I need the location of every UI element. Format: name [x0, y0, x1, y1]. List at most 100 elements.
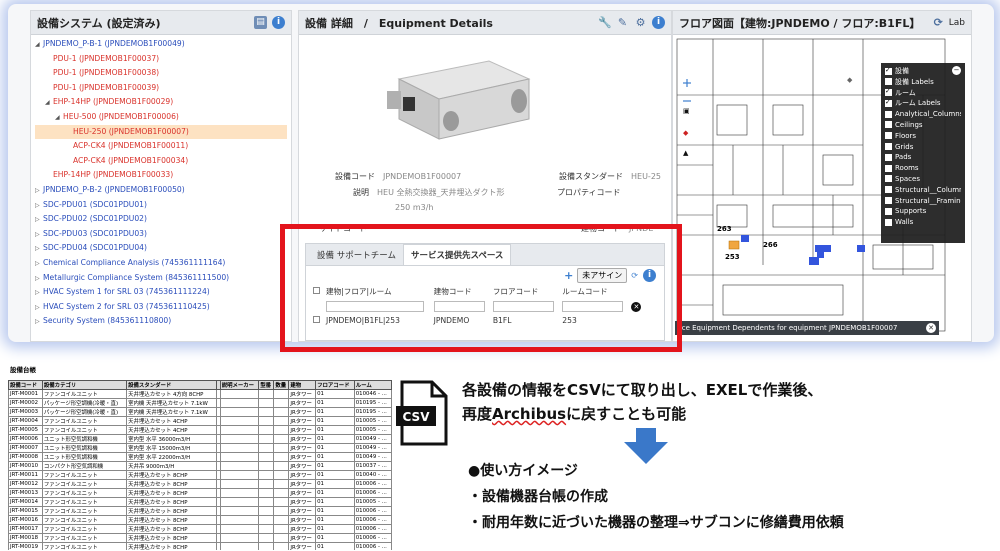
chevron-right-icon[interactable]: ▷ [35, 257, 43, 271]
layer-toggle[interactable]: Grids [885, 142, 961, 153]
layer-toggle[interactable]: 設備 Labels [885, 77, 961, 88]
detail-field: 設備スタンダード HEU-25 [559, 171, 661, 182]
chevron-down-icon[interactable]: ◢ [55, 111, 63, 125]
sheet-cell: 01 [315, 506, 355, 516]
layer-toggle[interactable]: Analytical_Columns [885, 109, 961, 120]
sheet-cell: 天井埋込カセット 8CHP [126, 506, 218, 516]
table-row: JRT-M0005 ファンコイルユニット 天井埋込カセット 4CHP JRタワー 01 0… [8, 425, 393, 435]
sheet-cell: JRT-M0012 [8, 479, 43, 489]
info-icon[interactable]: i [652, 16, 665, 29]
layer-toggle[interactable]: ルーム [885, 88, 961, 99]
refresh-icon[interactable]: ⟳ [932, 16, 945, 29]
info-icon[interactable]: i [272, 16, 285, 29]
chevron-right-icon[interactable]: ▷ [35, 184, 43, 198]
edit-icon[interactable]: ✎ [616, 16, 629, 29]
sheet-cell: JRタワー [288, 407, 317, 417]
layer-checkbox[interactable] [885, 78, 892, 86]
tree-item[interactable]: ACP-CK4 (JPNDEMOB1F00034) [35, 154, 287, 169]
layer-checkbox[interactable] [885, 164, 892, 172]
layer-checkbox[interactable] [885, 98, 892, 108]
sheet-column-header: 設備スタンダード [126, 380, 218, 390]
tree-item[interactable]: ▷ Chemical Compliance Analysis (745361111… [35, 256, 287, 271]
chevron-right-icon[interactable]: ▷ [35, 286, 43, 300]
room-label: ▣ [683, 107, 690, 115]
panel-title: 設備システム (設定済み) [37, 16, 161, 30]
layout-icon[interactable]: ▤ [254, 16, 267, 29]
chevron-right-icon[interactable]: ▷ [35, 213, 43, 227]
tree-item[interactable]: ▷ SDC-PDU04 (SDC01PDU04) [35, 241, 287, 256]
tree-item[interactable]: ACP-CK4 (JPNDEMOB1F00011) [35, 139, 287, 154]
labels-button[interactable]: Lab [949, 18, 965, 28]
tree-item[interactable]: EHP-14HP (JPNDEMOB1F00033) [35, 168, 287, 183]
equipment-system-panel: 設備システム (設定済み) ▤ i ◢ JPNDEMO_P-B-1 (JPNDEM… [30, 10, 292, 342]
sheet-cell [219, 542, 260, 550]
layer-toggle[interactable]: Spaces [885, 174, 961, 185]
tree-item[interactable]: ▷ SDC-PDU03 (SDC01PDU03) [35, 227, 287, 242]
layer-checkbox[interactable] [885, 110, 892, 118]
sheet-cell: JRタワー [288, 542, 317, 550]
layer-toggle[interactable]: Walls [885, 217, 961, 228]
layer-checkbox[interactable] [885, 153, 892, 161]
equipment-details-header: 設備 詳細 / Equipment Details 🔧 ✎ ⚙ i [299, 11, 671, 35]
layer-checkbox[interactable] [885, 207, 892, 215]
tree-item[interactable]: ▷ SDC-PDU01 (SDC01PDU01) [35, 198, 287, 213]
layer-checkbox[interactable] [885, 143, 892, 151]
sheet-cell: ファンコイルユニット [41, 479, 128, 489]
chevron-down-icon[interactable]: ◢ [45, 96, 53, 110]
layer-checkbox[interactable] [885, 121, 892, 129]
tree-item[interactable]: ▷ HVAC System 1 for SRL 03 (745361111224) [35, 285, 287, 300]
sheet-cell: JRT-M0017 [8, 524, 43, 534]
sheet-cell: 010195 - ... [353, 398, 393, 408]
layer-toggle[interactable]: Pads [885, 152, 961, 163]
sheet-cell: ユニット形空気調和機 [41, 452, 128, 462]
layer-toggle[interactable]: 設備 [885, 66, 961, 77]
tree-item[interactable]: HEU-250 (JPNDEMOB1F00007) [35, 124, 287, 140]
tree-item-label: Chemical Compliance Analysis (7453611111… [43, 257, 226, 267]
layer-checkbox[interactable] [885, 88, 892, 97]
sheet-cell: 天井埋込カセット 4方向 8CHP [126, 389, 218, 399]
chevron-right-icon[interactable]: ▷ [35, 301, 43, 315]
chevron-right-icon[interactable]: ▷ [35, 228, 43, 242]
tree-item[interactable]: PDU-1 (JPNDEMOB1F00039) [35, 81, 287, 96]
chevron-right-icon[interactable]: ▷ [35, 315, 43, 329]
tree-item[interactable]: PDU-1 (JPNDEMOB1F00037) [35, 52, 287, 67]
tree-item[interactable]: ◢ EHP-14HP (JPNDEMOB1F00029) [35, 95, 287, 110]
tree-item[interactable]: PDU-1 (JPNDEMOB1F00038) [35, 66, 287, 81]
gear-icon[interactable]: ⚙ [634, 16, 647, 29]
layer-toggle[interactable]: Ceilings [885, 120, 961, 131]
tree-item[interactable]: ▷ JPNDEMO_P-B-2 (JPNDEMOB1F00050) [35, 183, 287, 198]
layer-toggle[interactable]: Supports [885, 206, 961, 217]
layer-checkbox[interactable] [885, 66, 892, 75]
layer-checkbox[interactable] [885, 218, 892, 226]
tree-item[interactable]: ▷ SDC-PDU02 (SDC01PDU02) [35, 212, 287, 227]
sheet-cell [273, 542, 290, 550]
layer-checkbox[interactable] [885, 175, 892, 183]
tree-item[interactable]: ▷ HVAC System 2 for SRL 03 (745361110425) [35, 300, 287, 315]
sheet-cell [258, 461, 275, 471]
wrench-icon[interactable]: 🔧 [598, 16, 612, 29]
layer-toggle[interactable]: Structural__Columns [885, 185, 961, 196]
tree-item[interactable]: ▷ Metallurgic Compliance System (84536111… [35, 271, 287, 286]
floor-plan-drawing[interactable]: ▣ ◆ ▲ ◆ 253 266 263 − ✓設備 設備 Labels ✓ルーム… [673, 35, 971, 341]
close-layer-menu-icon[interactable]: − [952, 66, 961, 75]
tree-item[interactable]: ◢ HEU-500 (JPNDEMOB1F00006) [35, 110, 287, 125]
chevron-right-icon[interactable]: ▷ [35, 199, 43, 213]
layer-toggle[interactable]: Rooms [885, 163, 961, 174]
tree-item[interactable]: ◢ JPNDEMO_P-B-1 (JPNDEMOB1F00049) [35, 37, 287, 52]
layer-toggle[interactable]: Floors [885, 131, 961, 142]
close-icon[interactable]: ✕ [926, 323, 936, 333]
sheet-cell: 010049 - ... [353, 443, 393, 453]
layer-checkbox[interactable] [885, 197, 892, 205]
sheet-cell: ユニット形空気調和機 [41, 443, 128, 453]
layer-toggle[interactable]: Structural__Framing [885, 196, 961, 207]
sheet-cell: JRT-M0018 [8, 533, 43, 543]
layer-checkbox[interactable] [885, 132, 892, 140]
chevron-right-icon[interactable]: ▷ [35, 272, 43, 286]
sheet-column-header: 建物 [288, 380, 317, 390]
layer-checkbox[interactable] [885, 186, 892, 194]
chevron-right-icon[interactable]: ▷ [35, 242, 43, 256]
tree-item[interactable]: ▷ Security System (845361110800) [35, 314, 287, 329]
layer-toggle[interactable]: ルーム Labels [885, 98, 961, 109]
chevron-down-icon[interactable]: ◢ [35, 38, 43, 52]
field-value: JPNDEMOB1F00007 [383, 172, 462, 181]
